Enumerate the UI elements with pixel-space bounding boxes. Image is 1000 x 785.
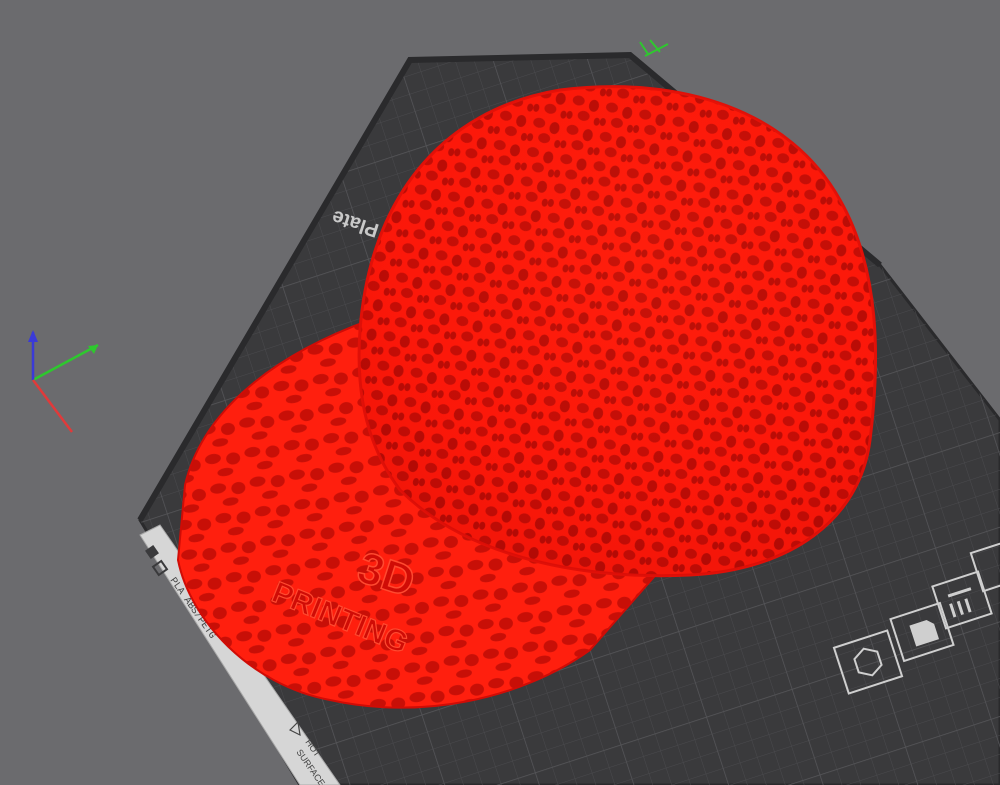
scene-canvas[interactable]: Plate PLA ABS/PETG HOT SURFACE 3D PRINTI…	[0, 0, 1000, 785]
3d-viewport[interactable]: Plate PLA ABS/PETG HOT SURFACE 3D PRINTI…	[0, 0, 1000, 785]
